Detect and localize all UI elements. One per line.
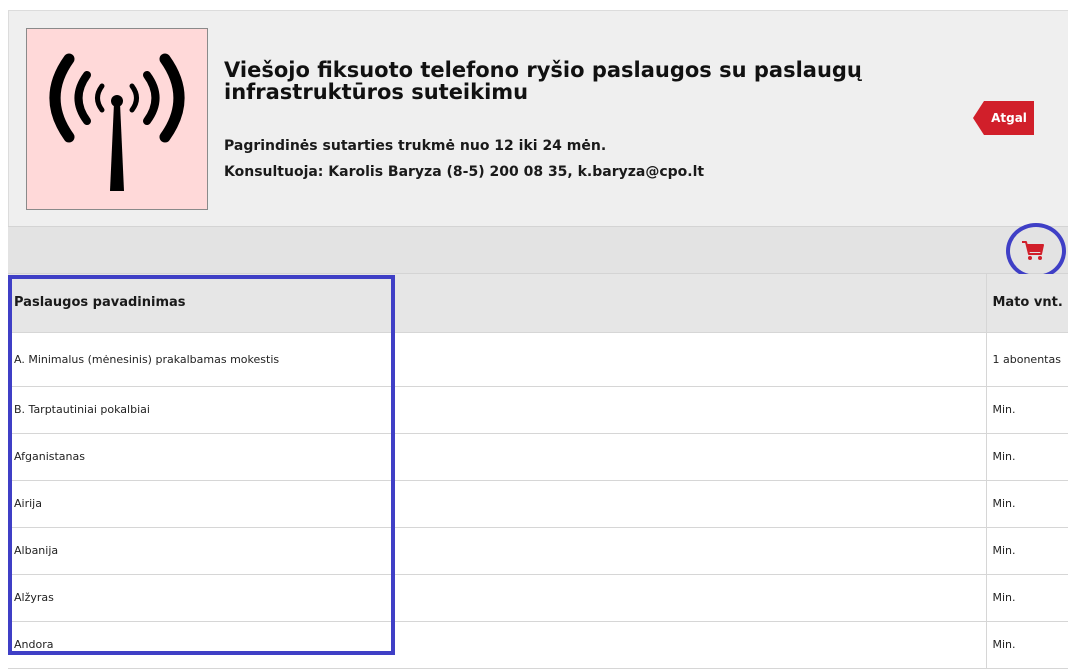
service-name-cell: Andora [8,621,986,669]
column-header-unit[interactable]: Mato vnt. [985,274,1068,333]
service-header: Viešojo fiksuoto telefono ryšio paslaugo… [8,10,1068,226]
services-table: Paslaugos pavadinimas Mato vnt. A. Minim… [8,274,1068,669]
unit-cell: Min. [985,480,1068,528]
unit-cell: Min. [985,433,1068,481]
service-name-cell: B. Tarptautiniai pokalbiai [8,386,986,434]
table-row[interactable]: B. Tarptautiniai pokalbiai Min. [8,386,1068,434]
service-name-cell: Alžyras [8,574,986,622]
page-title: Viešojo fiksuoto telefono ryšio paslaugo… [224,58,862,104]
table-header-row: Paslaugos pavadinimas Mato vnt. [8,274,1068,333]
service-logo [26,28,208,210]
unit-cell: 1 abonentas [985,332,1068,387]
table-row[interactable]: Andora Min. [8,621,1068,669]
unit-cell: Min. [985,386,1068,434]
column-header-name[interactable]: Paslaugos pavadinimas [8,274,986,333]
back-button[interactable]: Atgal [984,101,1034,135]
unit-cell: Min. [985,621,1068,669]
unit-cell: Min. [985,574,1068,622]
table-row[interactable]: A. Minimalus (mėnesinis) prakalbamas mok… [8,332,1068,387]
service-name-cell: Airija [8,480,986,528]
service-name-cell: Albanija [8,527,986,575]
table-row[interactable]: Albanija Min. [8,527,1068,575]
table-row[interactable]: Afganistanas Min. [8,433,1068,481]
unit-cell: Min. [985,527,1068,575]
table-row[interactable]: Alžyras Min. [8,574,1068,622]
contract-duration: Pagrindinės sutarties trukmė nuo 12 iki … [224,138,607,154]
service-name-cell: Afganistanas [8,433,986,481]
back-button-arrow[interactable] [973,101,984,135]
consultant-contact: Konsultuoja: Karolis Baryza (8-5) 200 08… [224,164,705,180]
table-toolbar [8,226,1068,274]
service-page: Viešojo fiksuoto telefono ryšio paslaugo… [0,0,1068,669]
shopping-cart-icon[interactable] [1021,239,1045,261]
service-name-cell: A. Minimalus (mėnesinis) prakalbamas mok… [8,332,986,387]
antenna-broadcast-icon [49,53,185,191]
table-row[interactable]: Airija Min. [8,480,1068,528]
